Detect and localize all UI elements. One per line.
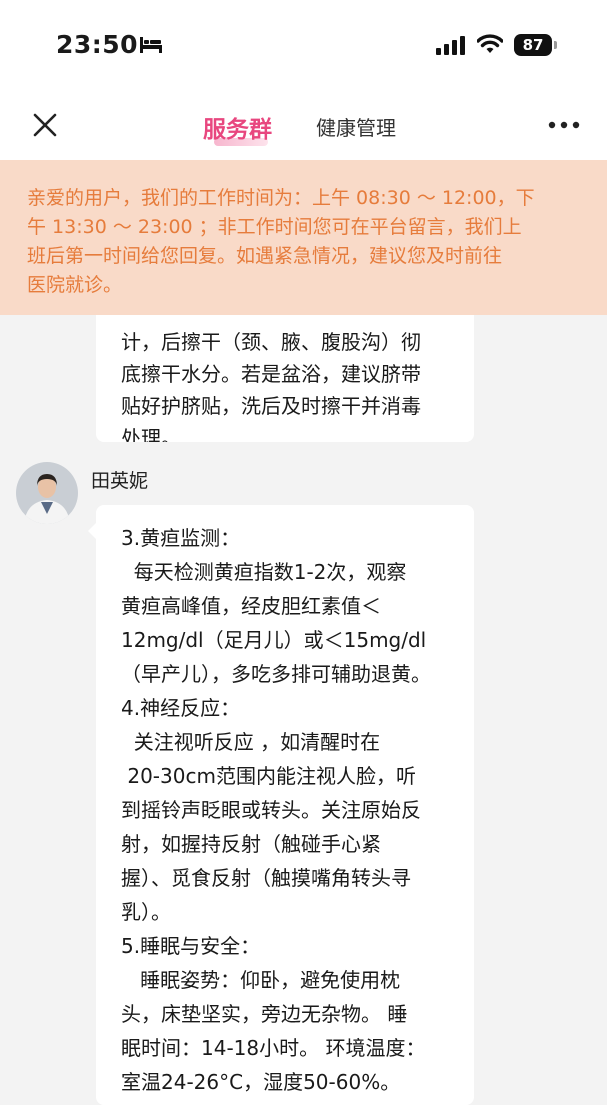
- message-line: 12mg/dl（足月儿）或＜15mg/dl: [121, 628, 427, 652]
- message-line: 乳）。: [121, 900, 171, 924]
- battery-icon: 87: [514, 34, 558, 56]
- status-time: 23:50: [56, 30, 139, 59]
- message-line: 3.黄疸监测：: [121, 526, 241, 550]
- message-line: 睡眠姿势：仰卧，避免使用枕: [121, 968, 401, 992]
- doctor-avatar-icon[interactable]: [16, 462, 78, 524]
- more-dots-icon[interactable]: [548, 121, 580, 129]
- sender-name: 田英妮: [91, 470, 149, 492]
- message-line: 5.睡眠与安全：: [121, 934, 261, 958]
- message-line: 关注视听反应 ，如清醒时在: [121, 730, 381, 754]
- top-bar: 23:50 87 服务群 健康管理: [0, 0, 607, 160]
- message-line: 计，后擦干（颈、腋、腹股沟）彻: [121, 330, 421, 354]
- cellular-signal-icon: [436, 36, 465, 55]
- notice-line: 亲爱的用户，我们的工作时间为：上午 08:30 ～ 12:00，下: [27, 187, 535, 209]
- message-line: 处理。: [121, 426, 181, 442]
- message-line: 室温24-26°C，湿度50-60%。: [121, 1070, 401, 1094]
- notice-line: 班后第一时间给您回复。如遇紧急情况，建议您及时前往: [27, 245, 503, 267]
- battery-level: 87: [514, 34, 552, 56]
- close-icon[interactable]: [32, 112, 58, 138]
- notice-line: 医院就诊。: [27, 274, 123, 296]
- message-line: 眠时间：14-18小时。 环境温度：: [121, 1036, 426, 1060]
- tab-service-group[interactable]: 服务群: [203, 110, 272, 144]
- message-line: 握）、觅食反射（触摸嘴角转头寻: [121, 866, 411, 890]
- message-line: 射，如握持反射（触碰手心紧: [121, 832, 381, 856]
- message-line: 贴好护脐贴，洗后及时擦干并消毒: [121, 394, 421, 418]
- tab-health-management[interactable]: 健康管理: [316, 112, 396, 141]
- message-line: 黄疸高峰值，经皮胆红素值＜: [121, 594, 381, 618]
- message-line: 4.神经反应：: [121, 696, 241, 720]
- bed-icon: [140, 37, 162, 53]
- message-bubble[interactable]: 3.黄疸监测： 每天检测黄疸指数1-2次，观察 黄疸高峰值，经皮胆红素值＜ 12…: [88, 505, 474, 1105]
- notice-line: 午 13:30 ～ 23:00 ；非工作时间您可在平台留言，我们上: [27, 216, 522, 238]
- message-line: 每天检测黄疸指数1-2次，观察: [121, 560, 407, 584]
- working-hours-notice: 亲爱的用户，我们的工作时间为：上午 08:30 ～ 12:00，下 午 13:3…: [0, 160, 607, 315]
- message-line: 20-30cm范围内能注视人脸，听: [121, 764, 416, 788]
- message-line: 头，床垫坚实，旁边无杂物。 睡: [121, 1002, 408, 1026]
- message-line: 底擦干水分。若是盆浴，建议脐带: [121, 362, 421, 386]
- message-line: （早产儿），多吃多排可辅助退黄。: [121, 662, 431, 686]
- message-line: 到摇铃声眨眼或转头。关注原始反: [121, 798, 421, 822]
- wifi-icon: [477, 34, 503, 53]
